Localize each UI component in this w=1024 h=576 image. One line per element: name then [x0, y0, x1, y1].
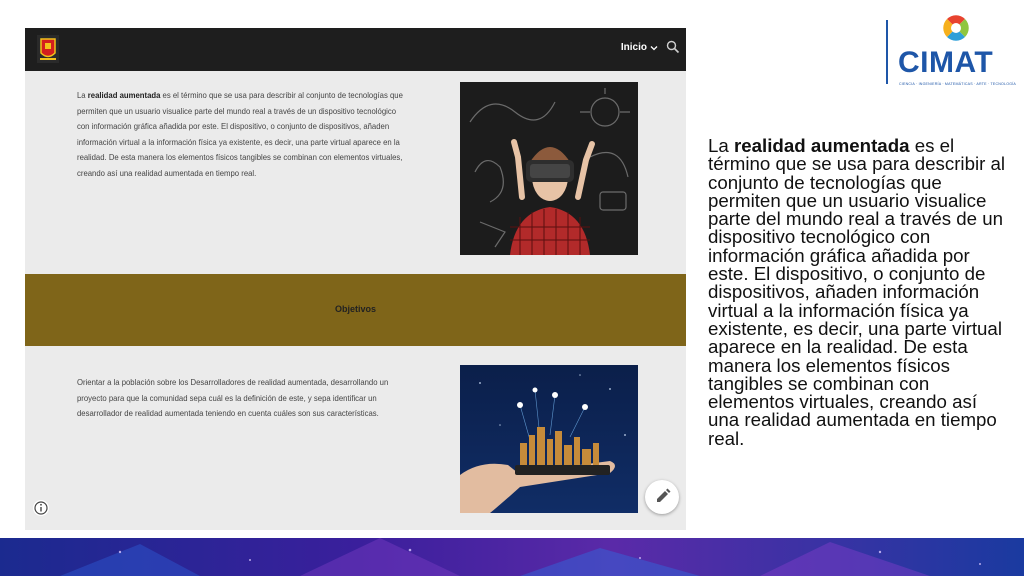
objective-paragraph: Orientar a la población sobre los Desarr…	[77, 377, 389, 419]
vr-headset-photo	[460, 82, 638, 255]
nav-inicio-label: Inicio	[620, 42, 647, 53]
cimat-wordmark: CIMAT	[898, 46, 994, 79]
site-logo[interactable]	[37, 35, 59, 63]
info-icon	[34, 501, 48, 515]
site-topbar: Inicio	[25, 28, 686, 71]
ar-city-photo	[460, 365, 638, 513]
chevron-down-icon	[650, 45, 658, 50]
slide-body-text: La realidad aumentada es el término que …	[708, 135, 1006, 449]
website-screenshot: Inicio La realidad aumentada es el térmi…	[25, 28, 686, 530]
cimat-tagline: CIENCIA · INGENIERÍA · MATEMÁTICAS · ART…	[899, 82, 1017, 86]
info-button[interactable]	[33, 500, 49, 516]
edit-button[interactable]	[645, 480, 679, 514]
decorative-bottom-band	[0, 538, 1024, 576]
intro-paragraph: La realidad aumentada es el término que …	[77, 90, 403, 178]
objetivos-title: Objetivos	[334, 304, 376, 314]
nav-inicio-menu[interactable]: Inicio	[621, 42, 658, 53]
intro-keyword: realidad aumentada	[87, 90, 161, 100]
objetivos-band: Objetivos	[25, 274, 686, 346]
search-icon[interactable]	[666, 40, 680, 54]
pencil-icon	[657, 488, 671, 502]
